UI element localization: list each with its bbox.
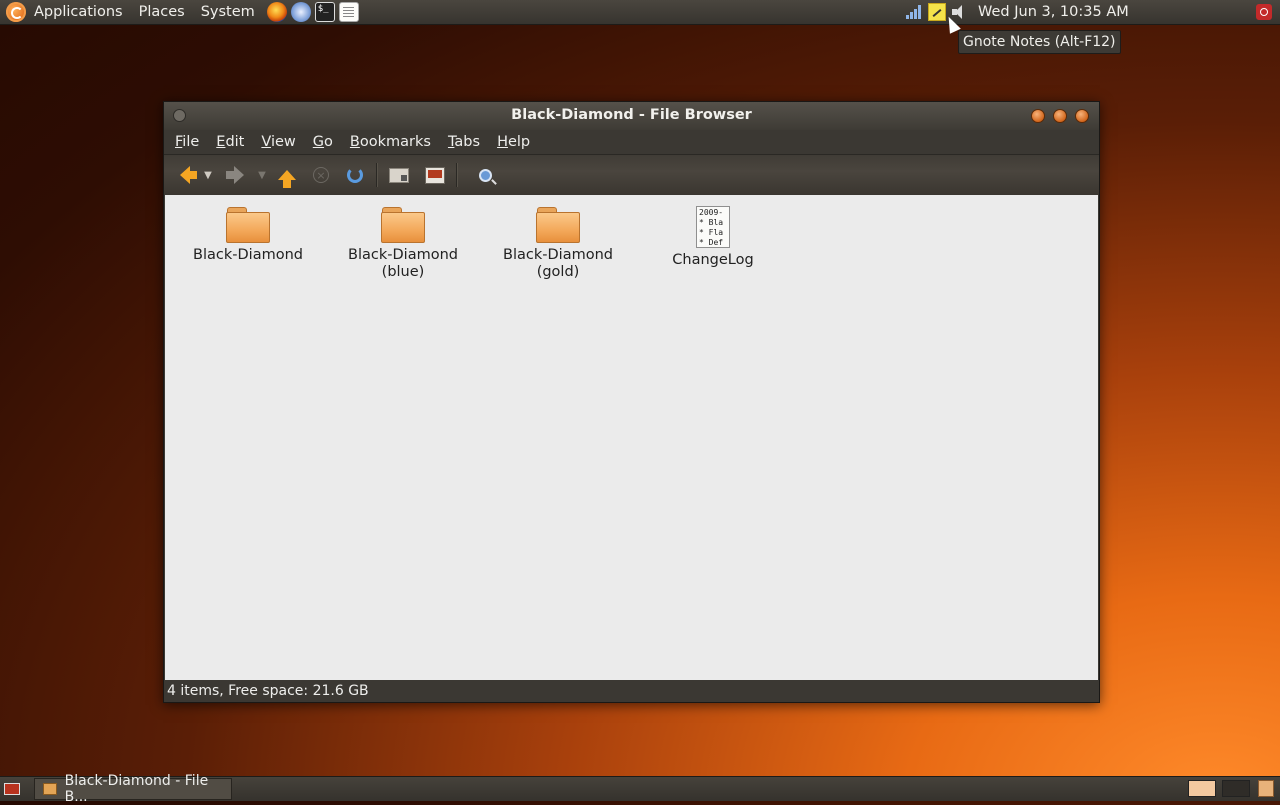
power-icon[interactable]: [1256, 4, 1272, 20]
places-menu[interactable]: Places: [131, 4, 193, 20]
taskbar-item-file-browser[interactable]: Black-Diamond - File B...: [34, 773, 232, 805]
item-label: ChangeLog: [672, 252, 754, 268]
item-label: Black-Diamond: [193, 247, 303, 263]
window-titlebar[interactable]: Black-Diamond - File Browser: [164, 102, 1099, 130]
search-icon: [478, 168, 492, 182]
menu-view[interactable]: View: [255, 134, 301, 150]
computer-button[interactable]: [420, 160, 450, 190]
forward-arrow-icon: [226, 166, 244, 184]
stop-icon: ×: [313, 167, 329, 183]
home-folder-icon: [389, 167, 409, 183]
toolbar-separator: [456, 163, 458, 187]
stop-button[interactable]: ×: [306, 160, 336, 190]
menu-file[interactable]: File: [169, 134, 205, 150]
file-browser-window: Black-Diamond - File Browser File Edit V…: [163, 101, 1100, 703]
item-label: Black-Diamond (blue): [348, 247, 458, 280]
folder-icon: [536, 207, 580, 243]
file-view[interactable]: Black-Diamond Black-Diamond (blue) Black…: [165, 195, 1098, 680]
applications-menu[interactable]: Applications: [26, 4, 131, 20]
menu-tabs[interactable]: Tabs: [442, 134, 486, 150]
text-editor-icon[interactable]: [338, 2, 359, 22]
close-button[interactable]: [1075, 109, 1089, 123]
tooltip: Gnote Notes (Alt-F12): [958, 30, 1121, 54]
folder-item[interactable]: Black-Diamond (gold): [496, 207, 620, 281]
taskbar-item-label: Black-Diamond - File B...: [64, 773, 209, 805]
forward-history-dropdown[interactable]: ▼: [254, 160, 270, 190]
file-browser-icon: [43, 783, 57, 795]
window-title: Black-Diamond - File Browser: [511, 107, 752, 123]
search-button[interactable]: [470, 160, 500, 190]
back-history-dropdown[interactable]: ▼: [200, 160, 216, 190]
back-button[interactable]: [170, 160, 200, 190]
menu-go[interactable]: Go: [307, 134, 339, 150]
reload-button[interactable]: [340, 160, 370, 190]
maximize-button[interactable]: [1053, 109, 1067, 123]
menu-bookmarks[interactable]: Bookmarks: [344, 134, 437, 150]
workspace-1[interactable]: [1188, 780, 1216, 797]
folder-icon: [381, 207, 425, 243]
main-menu: Applications Places System: [6, 2, 263, 22]
system-menu[interactable]: System: [193, 4, 263, 20]
show-desktop-icon[interactable]: [4, 783, 20, 795]
toolbar: ▼ ▼ ×: [164, 154, 1099, 195]
clock[interactable]: Wed Jun 3, 10:35 AM: [978, 4, 1136, 20]
reload-icon: [347, 167, 363, 183]
network-icon[interactable]: [906, 5, 922, 19]
back-arrow-icon: [180, 166, 197, 184]
trash-icon[interactable]: [1258, 780, 1274, 797]
menubar: File Edit View Go Bookmarks Tabs Help: [164, 130, 1099, 154]
terminal-icon[interactable]: [314, 2, 335, 22]
ubuntu-logo-icon[interactable]: [6, 2, 26, 22]
menu-edit[interactable]: Edit: [210, 134, 250, 150]
mail-icon[interactable]: [290, 2, 311, 22]
status-bar: 4 items, Free space: 21.6 GB: [164, 680, 1099, 702]
up-arrow-icon: [278, 170, 296, 188]
minimize-button[interactable]: [1031, 109, 1045, 123]
item-label: Black-Diamond (gold): [503, 247, 613, 280]
menu-help[interactable]: Help: [491, 134, 536, 150]
home-button[interactable]: [384, 160, 414, 190]
folder-icon: [226, 207, 270, 243]
file-item[interactable]: 2009- * Bla * Fla * Def ChangeLog: [651, 206, 775, 269]
top-panel: Applications Places System Wed Jun 3, 10…: [0, 0, 1280, 25]
toolbar-separator: [376, 163, 378, 187]
bottom-panel: Black-Diamond - File B...: [0, 773, 1280, 805]
forward-button[interactable]: [224, 160, 254, 190]
up-button[interactable]: [272, 160, 302, 190]
workspace-2[interactable]: [1222, 780, 1250, 797]
folder-item[interactable]: Black-Diamond (blue): [341, 207, 465, 281]
folder-item[interactable]: Black-Diamond: [186, 207, 310, 264]
firefox-icon[interactable]: [266, 2, 287, 22]
text-file-icon: 2009- * Bla * Fla * Def: [696, 206, 730, 248]
computer-icon: [425, 166, 445, 184]
